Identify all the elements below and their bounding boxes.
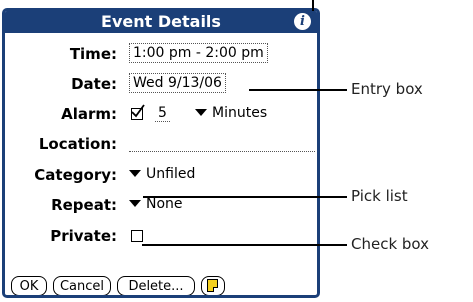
category-picker[interactable]: Unfiled (129, 166, 195, 182)
dropdown-arrow-icon (129, 199, 141, 207)
private-checkbox[interactable] (131, 230, 143, 242)
title-bar: Event Details i (5, 11, 317, 33)
pick-list-callout: Pick list (351, 187, 408, 205)
private-label: Private: (50, 227, 117, 245)
alarm-checkbox[interactable] (131, 104, 145, 120)
location-label: Location: (38, 135, 117, 153)
repeat-label: Repeat: (51, 196, 117, 214)
check-box-callout-line (142, 244, 347, 246)
entry-box-callout-line (249, 89, 347, 91)
alarm-label: Alarm: (61, 105, 117, 123)
dropdown-arrow-icon (129, 169, 141, 177)
category-value: Unfiled (146, 166, 196, 182)
location-field[interactable] (129, 151, 315, 152)
entry-box-callout: Entry box (351, 80, 423, 98)
alarm-amount-field[interactable]: 5 (155, 105, 170, 122)
event-details-dialog: Event Details i Time: 1:00 pm - 2:00 pm … (2, 8, 320, 298)
alarm-unit-picker[interactable]: Minutes (195, 105, 267, 121)
pick-list-callout-line (143, 196, 347, 198)
alarm-unit-value: Minutes (212, 105, 268, 121)
note-icon (207, 279, 218, 292)
date-field[interactable]: Wed 9/13/06 (129, 73, 226, 93)
check-box-callout: Check box (351, 235, 430, 253)
dropdown-arrow-icon (195, 108, 207, 116)
note-button[interactable] (201, 276, 225, 295)
checkmark-icon (131, 104, 145, 118)
info-pointer-line (312, 0, 314, 11)
info-icon[interactable]: i (294, 13, 311, 30)
cancel-button[interactable]: Cancel (53, 276, 111, 295)
time-label: Time: (69, 45, 117, 63)
date-label: Date: (71, 75, 117, 93)
time-field[interactable]: 1:00 pm - 2:00 pm (129, 43, 268, 63)
repeat-value: None (146, 196, 183, 212)
ok-button[interactable]: OK (11, 276, 47, 295)
repeat-picker[interactable]: None (129, 196, 183, 212)
dialog-title: Event Details (101, 12, 221, 31)
delete-button[interactable]: Delete... (117, 276, 195, 295)
category-label: Category: (34, 166, 117, 184)
